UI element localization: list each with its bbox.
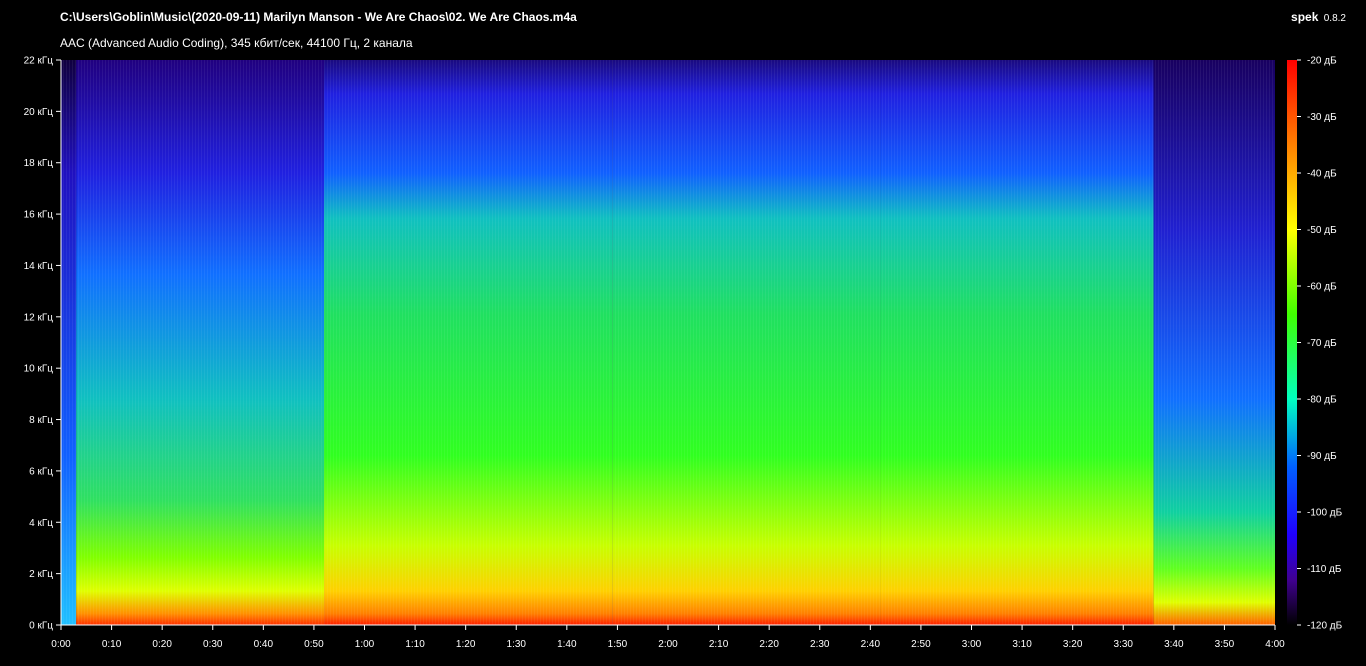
colorbar-tick-label: -70 дБ bbox=[1307, 338, 1337, 349]
spectrogram-plot bbox=[61, 60, 1275, 625]
colorbar-tick-label: -110 дБ bbox=[1307, 564, 1342, 575]
y-tick-label: 8 кГц bbox=[29, 415, 53, 426]
x-tick-label: 1:40 bbox=[557, 639, 577, 650]
colorbar-tick-label: -60 дБ bbox=[1307, 282, 1337, 293]
x-tick-label: 0:50 bbox=[304, 639, 324, 650]
x-tick-label: 2:50 bbox=[911, 639, 931, 650]
y-tick-label: 20 кГц bbox=[24, 107, 54, 118]
colorbar-gradient bbox=[1287, 60, 1297, 625]
colorbar: -20 дБ -30 дБ -40 дБ -50 дБ -60 дБ -70 дБ -80 … bbox=[1287, 56, 1343, 632]
colorbar-tick-label: -30 дБ bbox=[1307, 112, 1337, 123]
y-tick-label: 22 кГц bbox=[24, 56, 54, 67]
colorbar-tick-label: -90 дБ bbox=[1307, 451, 1337, 462]
x-tick-label: 2:40 bbox=[861, 639, 881, 650]
x-tick-label: 2:00 bbox=[658, 639, 678, 650]
x-tick-label: 1:10 bbox=[405, 639, 425, 650]
colorbar-tick-label: -50 дБ bbox=[1307, 225, 1337, 236]
x-tick-label: 0:30 bbox=[203, 639, 223, 650]
x-tick-label: 0:10 bbox=[102, 639, 122, 650]
y-tick-label: 16 кГц bbox=[24, 210, 54, 221]
spectrogram-texture bbox=[61, 60, 1275, 625]
x-tick-label: 4:00 bbox=[1265, 639, 1285, 650]
x-tick-label: 1:00 bbox=[355, 639, 375, 650]
x-tick-label: 3:10 bbox=[1012, 639, 1032, 650]
x-tick-label: 2:10 bbox=[709, 639, 729, 650]
x-tick-label: 3:00 bbox=[962, 639, 982, 650]
x-tick-label: 3:50 bbox=[1215, 639, 1235, 650]
time-axis: 0:00 0:10 0:20 0:30 0:40 0:50 1:00 1:10 1:20 1:30… bbox=[51, 624, 1285, 650]
x-tick-label: 0:40 bbox=[254, 639, 274, 650]
x-tick-label: 2:20 bbox=[759, 639, 779, 650]
x-tick-label: 1:20 bbox=[456, 639, 476, 650]
x-tick-label: 2:30 bbox=[810, 639, 830, 650]
y-tick-label: 6 кГц bbox=[29, 466, 53, 477]
x-tick-label: 1:50 bbox=[608, 639, 628, 650]
x-tick-label: 0:00 bbox=[51, 639, 71, 650]
x-tick-label: 1:30 bbox=[507, 639, 527, 650]
x-tick-label: 0:20 bbox=[152, 639, 172, 650]
y-tick-label: 10 кГц bbox=[24, 364, 54, 375]
y-tick-label: 14 кГц bbox=[24, 261, 54, 272]
colorbar-tick-label: -100 дБ bbox=[1307, 508, 1343, 519]
x-tick-label: 3:20 bbox=[1063, 639, 1083, 650]
x-tick-label: 3:40 bbox=[1164, 639, 1184, 650]
y-tick-label: 0 кГц bbox=[29, 621, 53, 632]
y-tick-label: 4 кГц bbox=[29, 518, 53, 529]
colorbar-tick-label: -80 дБ bbox=[1307, 395, 1337, 406]
frequency-axis: 0 кГц 2 кГц 4 кГц 6 кГц 8 кГц 10 кГц 12 кГц 14 … bbox=[24, 56, 62, 632]
y-tick-label: 18 кГц bbox=[24, 158, 54, 169]
colorbar-tick-label: -20 дБ bbox=[1307, 56, 1337, 67]
x-tick-label: 3:30 bbox=[1114, 639, 1134, 650]
y-tick-label: 2 кГц bbox=[29, 569, 53, 580]
y-tick-label: 12 кГц bbox=[24, 312, 54, 323]
colorbar-tick-label: -120 дБ bbox=[1307, 621, 1343, 632]
spectrogram-chart: 0 кГц 2 кГц 4 кГц 6 кГц 8 кГц 10 кГц 12 кГц 14 … bbox=[24, 56, 1343, 651]
colorbar-tick-label: -40 дБ bbox=[1307, 169, 1337, 180]
